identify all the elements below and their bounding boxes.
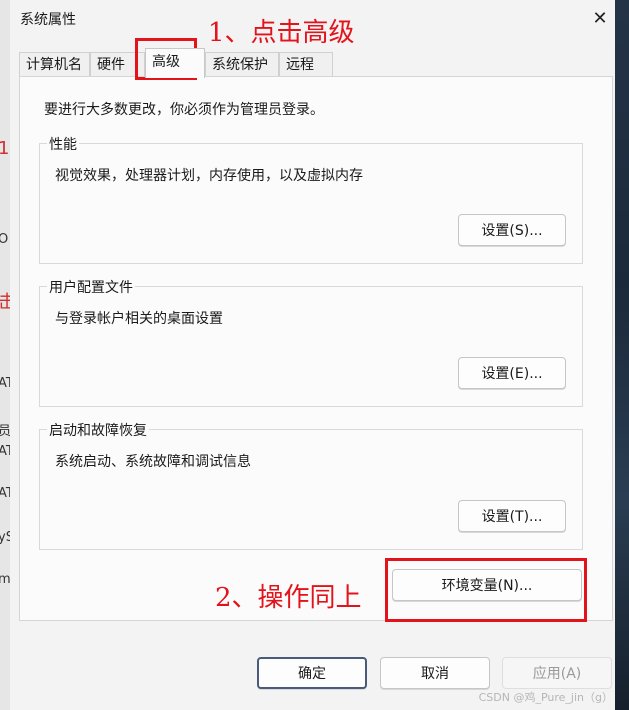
background-window-edge: 1 O 击 AT 员 AT AT yS m bbox=[0, 0, 16, 710]
window-title: 系统属性 bbox=[20, 12, 76, 28]
tab-remote[interactable]: 远程 bbox=[279, 52, 333, 76]
performance-description: 视觉效果，处理器计划，内存使用，以及虚拟内存 bbox=[55, 168, 363, 184]
watermark: CSDN @鸡_Pure_jin（g） bbox=[478, 691, 613, 704]
ok-button[interactable]: 确定 bbox=[257, 657, 367, 689]
close-icon: ✕ bbox=[592, 7, 608, 29]
performance-group: 性能 视觉效果，处理器计划，内存使用，以及虚拟内存 设置(S)... bbox=[39, 134, 583, 264]
tab-computer-name[interactable]: 计算机名 bbox=[19, 52, 90, 76]
startup-recovery-description: 系统启动、系统故障和调试信息 bbox=[55, 454, 251, 470]
cancel-button[interactable]: 取消 bbox=[380, 657, 490, 689]
background-fragment: O bbox=[0, 232, 9, 247]
desktop-wallpaper-edge bbox=[615, 0, 629, 710]
annotation-highlight-env-button bbox=[385, 558, 587, 622]
tab-system-protection[interactable]: 系统保护 bbox=[205, 52, 279, 76]
user-profiles-group: 用户配置文件 与登录帐户相关的桌面设置 设置(E)... bbox=[39, 277, 583, 407]
background-fragment: 1 bbox=[0, 138, 10, 159]
startup-recovery-settings-button[interactable]: 设置(T)... bbox=[458, 500, 566, 532]
user-profiles-settings-button[interactable]: 设置(E)... bbox=[458, 357, 566, 389]
startup-recovery-title: 启动和故障恢复 bbox=[47, 420, 149, 440]
annotation-step1: 1、点击高级 bbox=[208, 18, 355, 48]
performance-settings-button[interactable]: 设置(S)... bbox=[458, 214, 566, 246]
user-profiles-title: 用户配置文件 bbox=[47, 277, 135, 297]
admin-notice: 要进行大多数更改，你必须作为管理员登录。 bbox=[44, 102, 324, 118]
apply-button[interactable]: 应用(A) bbox=[502, 657, 612, 689]
close-button[interactable]: ✕ bbox=[582, 2, 618, 34]
advanced-tab-panel: 要进行大多数更改，你必须作为管理员登录。 性能 视觉效果，处理器计划，内存使用，… bbox=[19, 76, 613, 621]
startup-recovery-group: 启动和故障恢复 系统启动、系统故障和调试信息 设置(T)... bbox=[39, 420, 583, 550]
performance-title: 性能 bbox=[47, 134, 79, 154]
user-profiles-description: 与登录帐户相关的桌面设置 bbox=[55, 311, 223, 327]
tab-advanced[interactable]: 高级 bbox=[145, 48, 205, 78]
annotation-step2: 2、操作同上 bbox=[215, 583, 362, 613]
